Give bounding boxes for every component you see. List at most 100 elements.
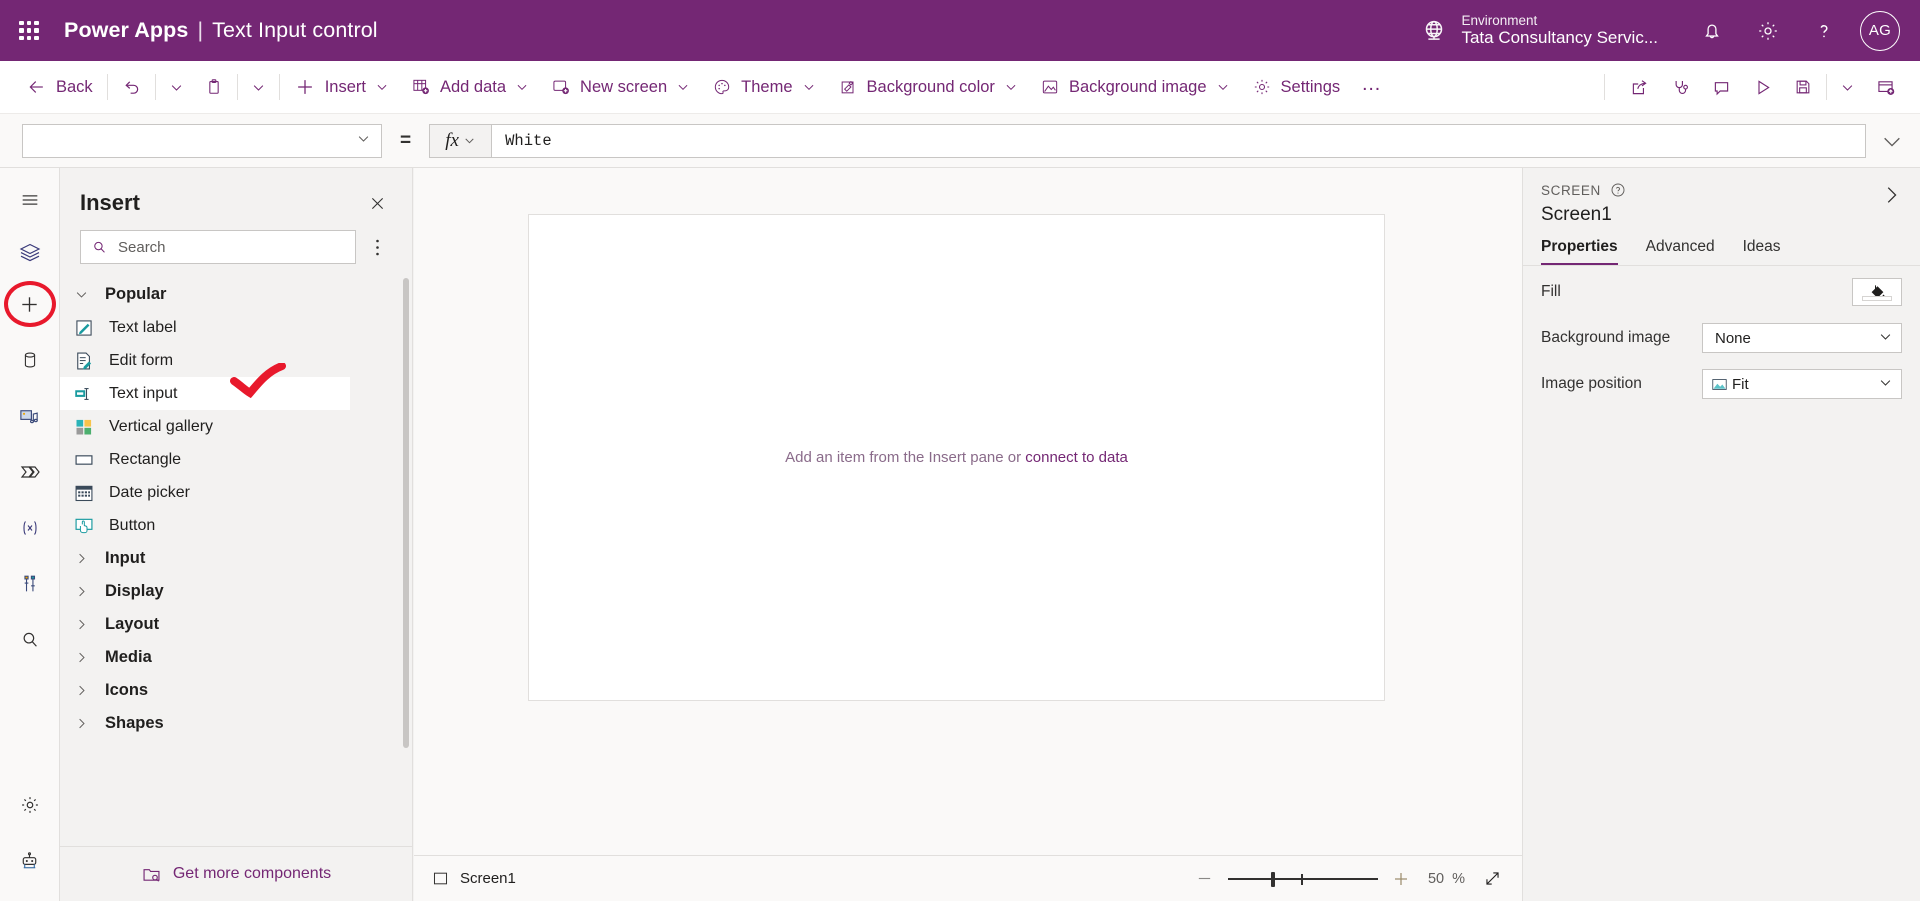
overflow-menu-button[interactable]: …	[1351, 68, 1393, 106]
zoom-in-button[interactable]	[1386, 864, 1416, 894]
publish-button[interactable]	[1865, 68, 1906, 106]
hamburger-menu-icon[interactable]	[8, 178, 52, 222]
formula-value: White	[505, 132, 552, 150]
get-more-components-button[interactable]: Get more components	[60, 846, 412, 901]
tab-ideas[interactable]: Ideas	[1743, 238, 1781, 265]
image-position-dropdown[interactable]: Fit	[1702, 369, 1902, 399]
power-automate-icon[interactable]	[8, 450, 52, 494]
insert-item-text-input[interactable]: Text input	[60, 377, 350, 410]
question-icon[interactable]	[1796, 0, 1852, 61]
group-header-icons[interactable]: Icons	[60, 674, 412, 707]
divider	[237, 74, 238, 100]
paste-dropdown-button[interactable]	[241, 68, 276, 106]
insert-item-label: Vertical gallery	[109, 418, 213, 436]
settings-button[interactable]: Settings	[1241, 68, 1352, 106]
insert-item-label: Rectangle	[109, 451, 181, 469]
undo-dropdown-button[interactable]	[159, 68, 194, 106]
group-header-popular[interactable]: Popular	[60, 278, 412, 311]
tree-view-icon[interactable]	[8, 230, 52, 274]
environment-label: Environment	[1461, 13, 1658, 29]
divider	[155, 74, 156, 100]
fill-color-button[interactable]	[1852, 278, 1902, 306]
chevron-down-icon	[1004, 80, 1018, 94]
chevron-down-icon	[802, 80, 816, 94]
insert-pane-scrollbar[interactable]	[403, 278, 409, 748]
insert-pane-list[interactable]: Popular Text label Edit form	[60, 278, 412, 846]
background-image-label: Background image	[1069, 78, 1207, 97]
fit-to-screen-button[interactable]	[1483, 869, 1502, 888]
background-image-dropdown[interactable]: None	[1702, 323, 1902, 353]
close-icon[interactable]	[362, 188, 392, 218]
app-checker-stethoscope-icon	[1670, 77, 1691, 98]
undo-button[interactable]	[111, 68, 152, 106]
group-header-layout[interactable]: Layout	[60, 608, 412, 641]
theme-label: Theme	[741, 78, 792, 97]
tab-properties[interactable]: Properties	[1541, 238, 1618, 265]
chevron-right-icon[interactable]	[1880, 184, 1902, 209]
canvas-area[interactable]: Add an item from the Insert pane or conn…	[414, 168, 1522, 855]
environment-value: Tata Consultancy Servic...	[1461, 28, 1658, 48]
variables-icon[interactable]	[8, 506, 52, 550]
insert-item-date-picker[interactable]: Date picker	[60, 476, 412, 509]
data-icon[interactable]	[8, 338, 52, 382]
divider	[1604, 74, 1605, 100]
bell-icon[interactable]	[1684, 0, 1740, 61]
insert-item-rectangle[interactable]: Rectangle	[60, 443, 412, 476]
insert-item-label: Button	[109, 517, 155, 535]
app-title: Text Input control	[212, 18, 378, 42]
tab-advanced[interactable]: Advanced	[1646, 238, 1715, 265]
divider	[1523, 265, 1920, 266]
selected-control-name: Screen1	[1523, 198, 1920, 226]
app-checker-button[interactable]	[1660, 68, 1701, 106]
connect-to-data-link[interactable]: connect to data	[1025, 449, 1128, 466]
question-circle-icon[interactable]	[1610, 182, 1626, 198]
group-header-input[interactable]: Input	[60, 542, 412, 575]
app-checker-icon[interactable]	[8, 562, 52, 606]
share-button[interactable]	[1619, 68, 1660, 106]
status-screen-selector[interactable]: Screen1	[432, 870, 516, 887]
media-icon[interactable]	[8, 394, 52, 438]
app-launcher-icon[interactable]	[16, 18, 42, 44]
group-header-media[interactable]: Media	[60, 641, 412, 674]
copilot-robot-icon[interactable]	[8, 839, 52, 883]
group-header-display[interactable]: Display	[60, 575, 412, 608]
theme-button[interactable]: Theme	[701, 68, 826, 106]
zoom-out-button[interactable]	[1190, 864, 1220, 894]
divider	[279, 74, 280, 100]
comments-button[interactable]	[1701, 68, 1742, 106]
zoom-slider-track	[1228, 878, 1378, 880]
environment-selector[interactable]: Environment Tata Consultancy Servic...	[1419, 13, 1658, 49]
chevron-down-icon	[676, 80, 690, 94]
search-input[interactable]: Search	[80, 230, 356, 264]
save-dropdown-button[interactable]	[1830, 68, 1865, 106]
search-icon[interactable]	[8, 618, 52, 662]
insert-item-button[interactable]: Button	[60, 509, 412, 542]
background-color-button[interactable]: Background color	[827, 68, 1029, 106]
new-screen-button[interactable]: New screen	[540, 68, 701, 106]
back-button[interactable]: Back	[16, 68, 104, 106]
save-button[interactable]	[1783, 68, 1823, 106]
settings-gear-icon[interactable]	[8, 783, 52, 827]
brand-title: Power Apps|Text Input control	[64, 18, 378, 43]
preview-button[interactable]	[1742, 68, 1783, 106]
insert-item-text-label[interactable]: Text label	[60, 311, 412, 344]
add-data-button[interactable]: Add data	[400, 68, 540, 106]
gear-icon[interactable]	[1740, 0, 1796, 61]
paste-button[interactable]	[194, 68, 234, 106]
fx-label: fx	[445, 130, 459, 152]
zoom-slider-thumb[interactable]	[1271, 872, 1275, 887]
insert-item-vertical-gallery[interactable]: Vertical gallery	[60, 410, 412, 443]
formula-expand-button[interactable]	[1866, 114, 1918, 168]
sidebar-item-insert[interactable]	[8, 282, 52, 326]
property-selector[interactable]	[22, 124, 382, 158]
chevron-down-icon	[463, 134, 476, 147]
formula-input[interactable]: White	[491, 124, 1866, 158]
avatar[interactable]: AG	[1860, 11, 1900, 51]
fx-button[interactable]: fx	[429, 124, 491, 158]
app-screen-canvas[interactable]: Add an item from the Insert pane or conn…	[529, 215, 1384, 700]
insert-button[interactable]: Insert	[283, 68, 400, 106]
background-image-button[interactable]: Background image	[1029, 68, 1241, 106]
more-vertical-icon[interactable]	[362, 230, 392, 264]
group-header-shapes[interactable]: Shapes	[60, 707, 412, 740]
zoom-slider[interactable]	[1228, 869, 1378, 889]
